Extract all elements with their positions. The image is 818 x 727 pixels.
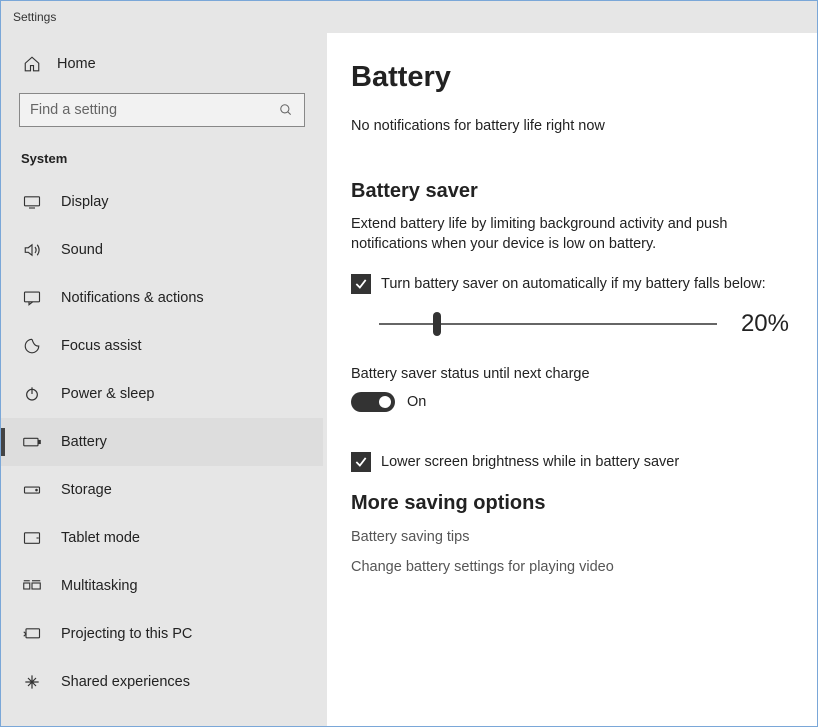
shared-icon — [23, 673, 41, 691]
sidebar-item-notifications[interactable]: Notifications & actions — [1, 274, 323, 322]
more-options-heading: More saving options — [351, 492, 789, 515]
sidebar-item-label: Tablet mode — [61, 530, 140, 546]
status-toggle-row: On — [351, 392, 789, 412]
checkmark-icon — [354, 455, 368, 469]
home-label: Home — [57, 56, 96, 72]
battery-icon — [23, 433, 41, 451]
sidebar-item-label: Projecting to this PC — [61, 626, 192, 642]
auto-saver-checkbox[interactable] — [351, 274, 371, 294]
page-title: Battery — [351, 61, 789, 94]
threshold-slider[interactable] — [379, 312, 717, 336]
storage-icon — [23, 481, 41, 499]
auto-saver-row: Turn battery saver on automatically if m… — [351, 274, 789, 294]
focus-icon — [23, 337, 41, 355]
window-title: Settings — [13, 10, 56, 24]
sidebar-item-label: Multitasking — [61, 578, 138, 594]
sidebar-item-label: Battery — [61, 434, 107, 450]
checkmark-icon — [354, 277, 368, 291]
sidebar-item-label: Shared experiences — [61, 674, 190, 690]
search-box[interactable] — [19, 93, 305, 127]
multitasking-icon — [23, 577, 41, 595]
sidebar-item-projecting[interactable]: Projecting to this PC — [1, 610, 323, 658]
main-content: Battery No notifications for battery lif… — [327, 33, 817, 726]
sound-icon — [23, 241, 41, 259]
display-icon — [23, 193, 41, 211]
status-label: Battery saver status until next charge — [351, 366, 789, 382]
sidebar-item-label: Notifications & actions — [61, 290, 204, 306]
window-titlebar: Settings — [1, 1, 817, 33]
battery-saver-heading: Battery saver — [351, 180, 789, 203]
sidebar-item-storage[interactable]: Storage — [1, 466, 323, 514]
sidebar-item-focus[interactable]: Focus assist — [1, 322, 323, 370]
notifications-icon — [23, 289, 41, 307]
nav-list: Display Sound Notifications & actions Fo… — [1, 178, 323, 706]
sidebar-item-battery[interactable]: Battery — [1, 418, 323, 466]
brightness-checkbox[interactable] — [351, 452, 371, 472]
sidebar-item-multitasking[interactable]: Multitasking — [1, 562, 323, 610]
projecting-icon — [23, 625, 41, 643]
sidebar-item-tablet[interactable]: Tablet mode — [1, 514, 323, 562]
threshold-row: 20% — [379, 310, 789, 338]
sidebar-item-power[interactable]: Power & sleep — [1, 370, 323, 418]
battery-notification: No notifications for battery life right … — [351, 118, 789, 134]
sidebar-item-shared[interactable]: Shared experiences — [1, 658, 323, 706]
sidebar-item-label: Storage — [61, 482, 112, 498]
home-icon — [23, 55, 41, 73]
search-input[interactable] — [30, 102, 278, 118]
video-settings-link[interactable]: Change battery settings for playing vide… — [351, 559, 789, 575]
battery-tips-link[interactable]: Battery saving tips — [351, 529, 789, 545]
auto-saver-label: Turn battery saver on automatically if m… — [381, 276, 766, 292]
sidebar-item-sound[interactable]: Sound — [1, 226, 323, 274]
sidebar: Home System Display Sound — [1, 33, 327, 726]
sidebar-item-label: Sound — [61, 242, 103, 258]
slider-track — [379, 323, 717, 325]
status-toggle[interactable] — [351, 392, 395, 412]
brightness-label: Lower screen brightness while in battery… — [381, 454, 679, 470]
search-icon — [278, 102, 294, 118]
sidebar-item-display[interactable]: Display — [1, 178, 323, 226]
power-icon — [23, 385, 41, 403]
toggle-knob — [379, 396, 391, 408]
tablet-icon — [23, 529, 41, 547]
status-toggle-label: On — [407, 394, 426, 410]
threshold-value: 20% — [741, 310, 789, 338]
category-heading: System — [1, 135, 323, 172]
brightness-row: Lower screen brightness while in battery… — [351, 452, 789, 472]
slider-thumb[interactable] — [433, 312, 441, 336]
sidebar-item-label: Power & sleep — [61, 386, 155, 402]
home-nav[interactable]: Home — [1, 43, 323, 85]
sidebar-item-label: Display — [61, 194, 109, 210]
sidebar-item-label: Focus assist — [61, 338, 142, 354]
battery-saver-description: Extend battery life by limiting backgrou… — [351, 215, 781, 254]
